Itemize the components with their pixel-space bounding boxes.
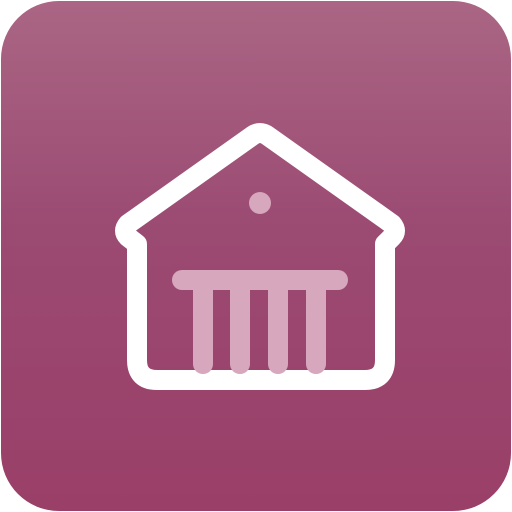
gable-dot <box>249 192 271 214</box>
app-icon[interactable] <box>0 0 512 512</box>
house-with-columns-icon <box>115 123 405 390</box>
house-outline <box>115 123 405 390</box>
columns-group <box>172 270 348 374</box>
